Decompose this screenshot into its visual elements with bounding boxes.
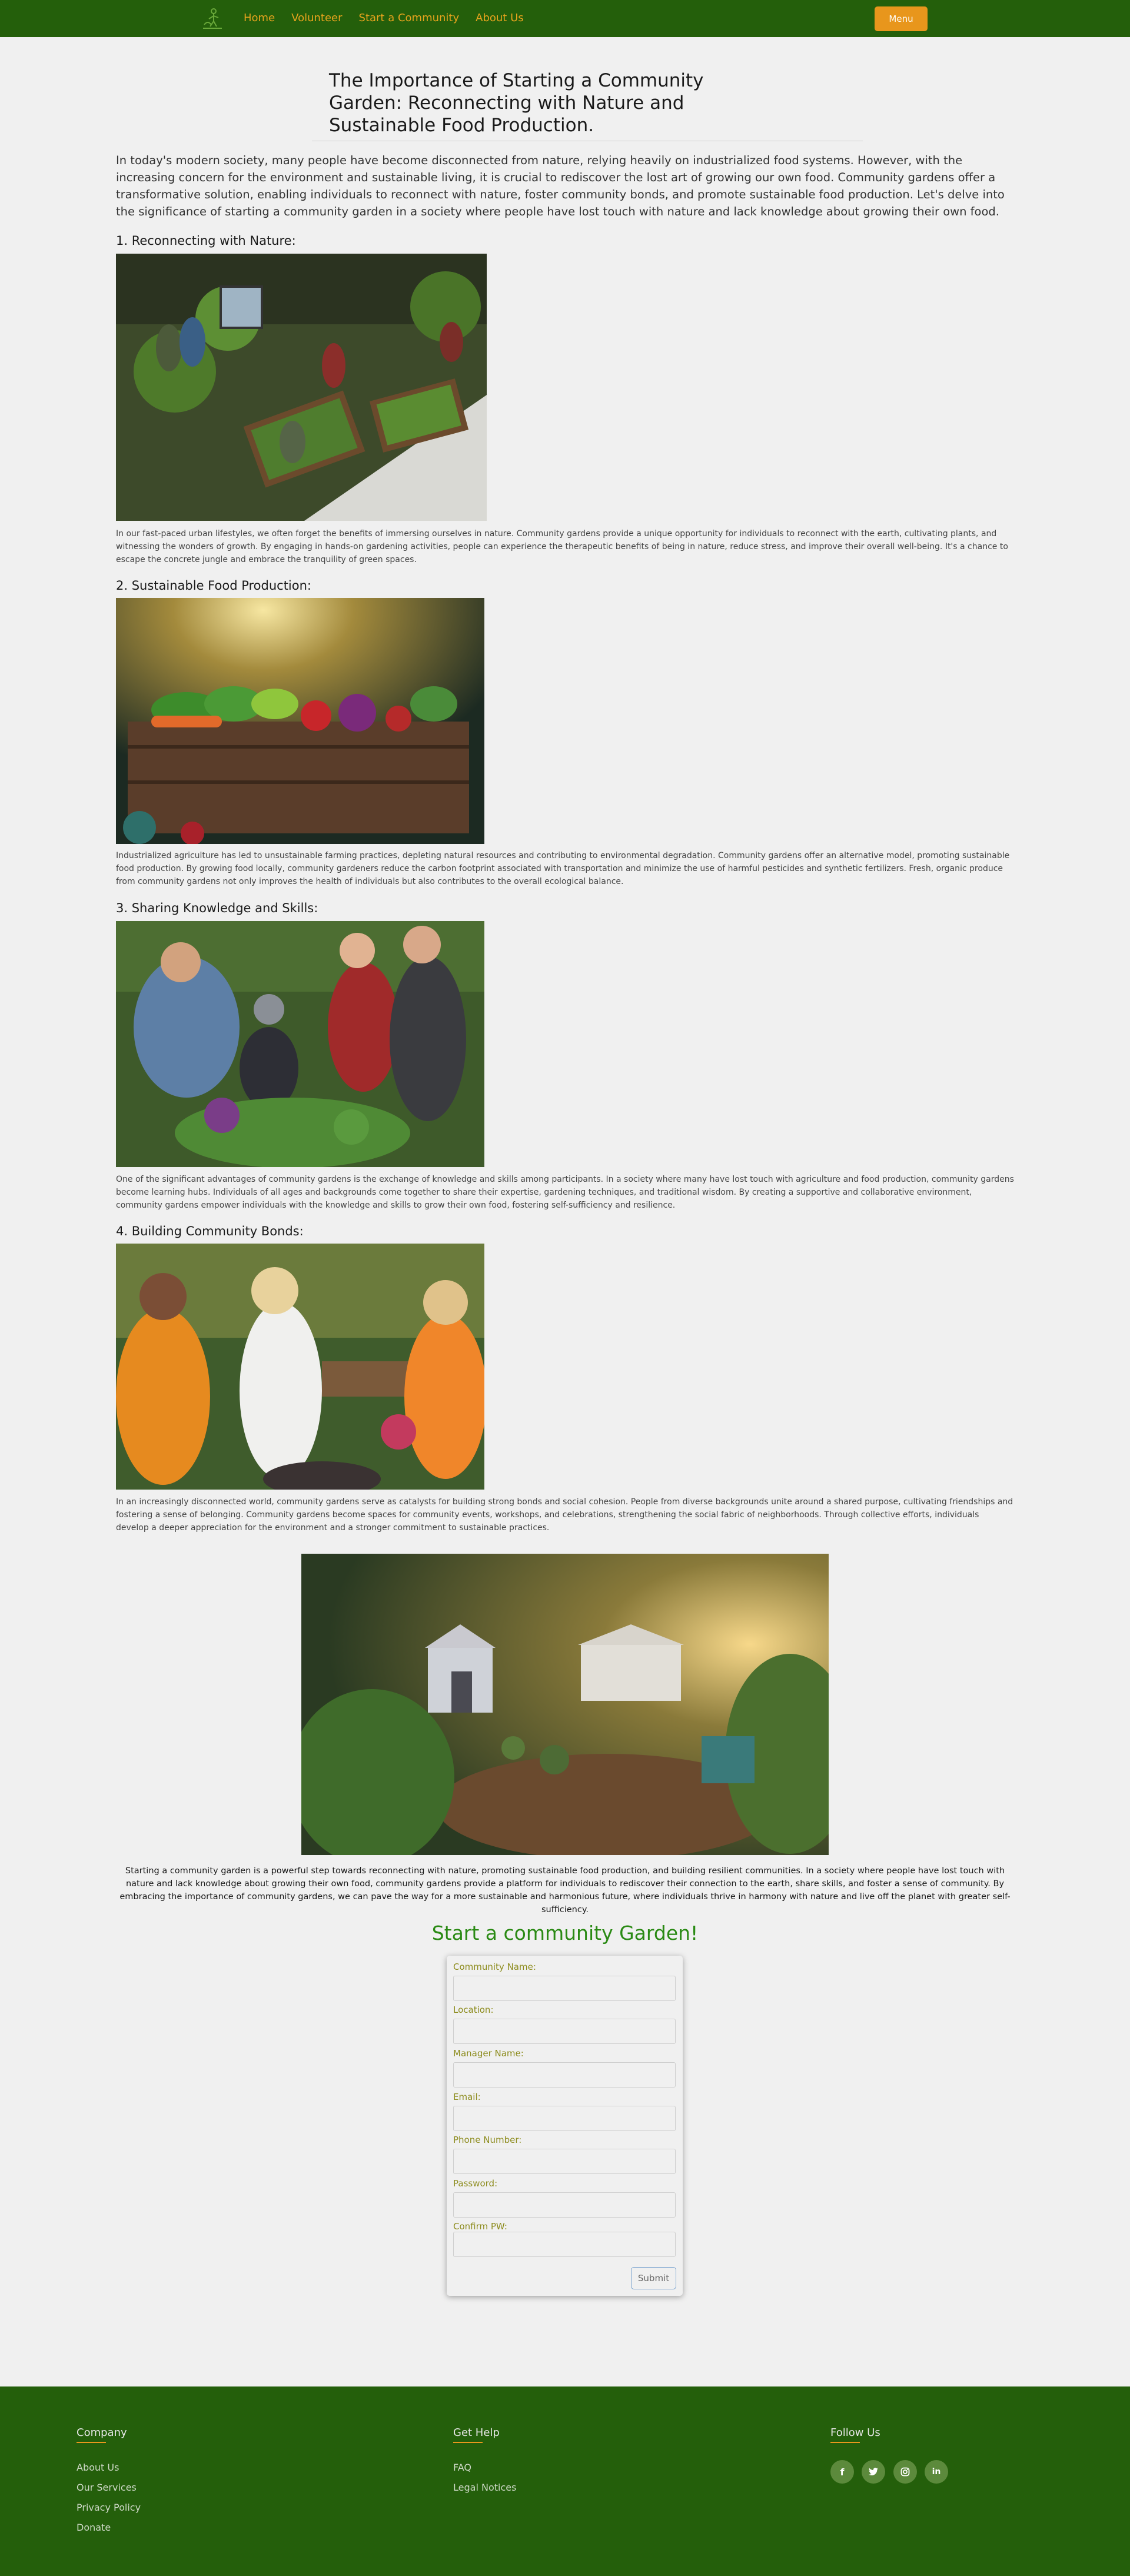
manager-name-input[interactable] <box>453 2062 676 2088</box>
phone-number-label: Phone Number: <box>453 2135 522 2145</box>
email-label: Email: <box>453 2092 481 2102</box>
submit-button[interactable]: Submit <box>631 2267 676 2289</box>
twitter-icon[interactable] <box>862 2460 885 2484</box>
manager-name-label: Manager Name: <box>453 2048 524 2059</box>
community-name-label: Community Name: <box>453 1962 536 1972</box>
location-input[interactable] <box>453 2019 676 2044</box>
nav-link-home[interactable]: Home <box>244 12 275 24</box>
location-label: Location: <box>453 2005 494 2015</box>
gardener-logo-icon[interactable] <box>201 7 224 31</box>
footer-heading-get-help: Get Help <box>453 2427 500 2439</box>
footer-underline-get-help <box>453 2442 483 2443</box>
footer-link-donate[interactable]: Donate <box>77 2522 111 2533</box>
linkedin-icon[interactable]: in <box>925 2460 948 2484</box>
password-input[interactable] <box>453 2192 676 2218</box>
form-title: Start a community Garden! <box>431 1922 699 1945</box>
nav-link-start-community[interactable]: Start a Community <box>359 12 460 24</box>
footer-link-about-us[interactable]: About Us <box>77 2462 119 2473</box>
email-input[interactable] <box>453 2106 676 2131</box>
section-heading-reconnecting: 1. Reconnecting with Nature: <box>116 234 296 248</box>
password-label: Password: <box>453 2178 498 2189</box>
confirm-password-label: Confirm PW: <box>453 2221 507 2232</box>
nav-link-about-us[interactable]: About Us <box>476 12 524 24</box>
phone-number-input[interactable] <box>453 2149 676 2174</box>
vegetable-crate-image <box>116 598 484 844</box>
footer-link-legal-notices[interactable]: Legal Notices <box>453 2482 516 2493</box>
footer-link-faq[interactable]: FAQ <box>453 2462 471 2473</box>
section-heading-sustainable: 2. Sustainable Food Production: <box>116 579 312 593</box>
garden-sheds-image <box>301 1554 829 1855</box>
gardeners-working-together-image <box>116 921 484 1167</box>
section-text-sustainable: Industrialized agriculture has led to un… <box>116 851 1010 886</box>
confirm-password-input[interactable] <box>453 2232 676 2257</box>
site-footer <box>0 2386 1130 2576</box>
conclusion-paragraph: Starting a community garden is a powerfu… <box>119 1866 1011 1914</box>
community-barbecue-image <box>116 1244 484 1490</box>
community-name-input[interactable] <box>453 1976 676 2001</box>
footer-link-our-services[interactable]: Our Services <box>77 2482 137 2493</box>
intro-paragraph: In today's modern society, many people h… <box>116 154 1005 218</box>
footer-heading-company: Company <box>77 2427 127 2439</box>
instagram-icon[interactable] <box>893 2460 917 2484</box>
section-heading-community-bonds: 4. Building Community Bonds: <box>116 1224 304 1238</box>
section-heading-sharing: 3. Sharing Knowledge and Skills: <box>116 901 318 915</box>
facebook-icon[interactable]: f <box>830 2460 854 2484</box>
footer-heading-follow-us: Follow Us <box>830 2427 880 2439</box>
section-text-sharing: One of the significant advantages of com… <box>116 1175 1014 1210</box>
nav-link-volunteer[interactable]: Volunteer <box>291 12 342 24</box>
footer-underline-company <box>77 2442 106 2443</box>
page-title: The Importance of Starting a Community G… <box>329 70 704 136</box>
section-text-community-bonds: In an increasingly disconnected world, c… <box>116 1497 1013 1533</box>
nav-links: Home Volunteer Start a Community About U… <box>244 12 540 24</box>
top-navbar: Home Volunteer Start a Community About U… <box>0 0 1130 37</box>
footer-link-privacy-policy[interactable]: Privacy Policy <box>77 2502 141 2513</box>
footer-underline-follow-us <box>830 2442 860 2443</box>
section-text-reconnecting: In our fast-paced urban lifestyles, we o… <box>116 529 1008 564</box>
menu-button[interactable]: Menu <box>875 6 928 31</box>
gardeners-planting-image <box>116 254 487 521</box>
